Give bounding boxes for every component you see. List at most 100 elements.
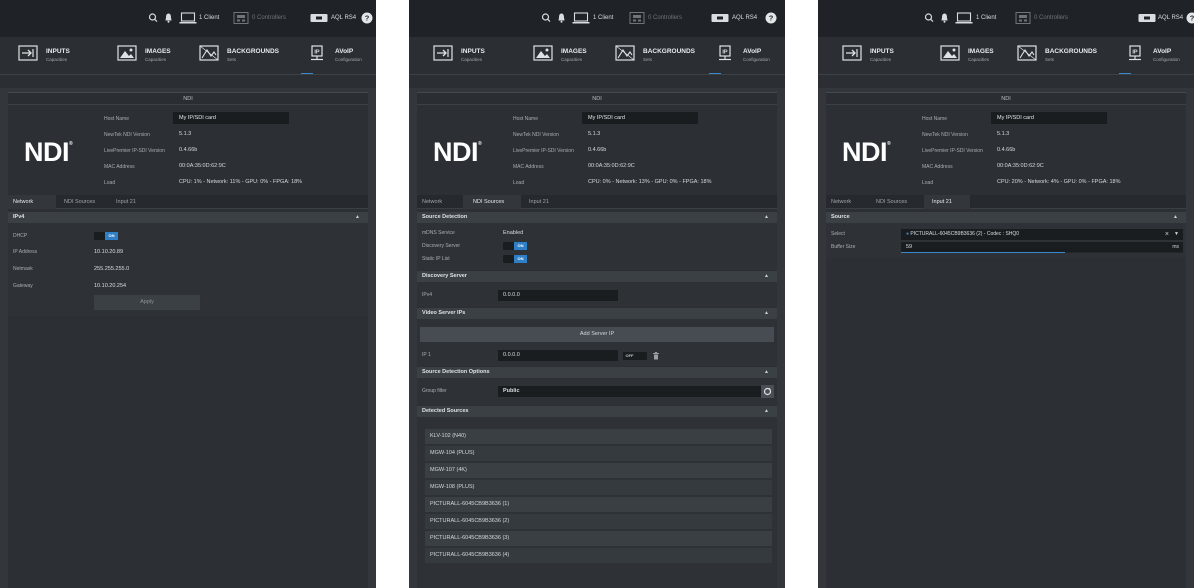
svg-text:?: ? [769, 14, 774, 23]
buffer-slider-track[interactable] [901, 251, 1183, 253]
ip1-input[interactable]: 0.0.0.0 [498, 350, 618, 361]
gateway-value[interactable]: 10.10.20.254 [94, 280, 126, 292]
client-count[interactable]: 1 Client [199, 11, 219, 25]
detection-options-header[interactable]: Source Detection Options ▲ [417, 367, 777, 378]
netmask-value[interactable]: 255.255.255.0 [94, 263, 129, 275]
help-icon[interactable]: ? [765, 11, 777, 25]
discovery-ipv4-input[interactable]: 0.0.0.0 [498, 290, 618, 301]
collapse-caret-icon[interactable]: ▲ [764, 212, 769, 223]
chevron-down-icon[interactable]: ▼ [1174, 229, 1179, 240]
ipv4-header[interactable]: IPv4 ▲ [8, 212, 368, 223]
host-name-label: Host Name [922, 116, 948, 122]
laptop-icon [955, 11, 973, 25]
discovery-ipv4-label: IPv4 [422, 292, 433, 298]
collapse-caret-icon[interactable]: ▲ [764, 367, 769, 378]
dhcp-toggle[interactable]: ON [94, 232, 118, 240]
panel-input-21: 1 Client 0 Controllers AQL RS4 ? INPUTS … [818, 0, 1194, 588]
tab-input-21[interactable]: Input 21 [924, 195, 970, 209]
tab-network[interactable]: Network [422, 195, 442, 209]
tab-ndi-sources[interactable]: NDI Sources [64, 195, 95, 209]
image-icon [117, 45, 137, 61]
svg-text:IP: IP [314, 50, 320, 56]
discovery-toggle[interactable]: ON [503, 242, 527, 250]
host-name-label: Host Name [513, 116, 539, 122]
svg-text:?: ? [365, 14, 370, 23]
controllers-count[interactable]: 0 Controllers [252, 11, 286, 25]
detected-source-item[interactable]: MGW-107 (4K) [425, 463, 772, 478]
detected-source-item[interactable]: PICTURALL-6045CB9B3636 (2) [425, 514, 772, 529]
source-detection-header[interactable]: Source Detection ▲ [417, 212, 777, 223]
search-icon[interactable] [924, 11, 934, 25]
bell-icon[interactable] [164, 11, 173, 25]
add-server-ip-button[interactable]: Add Server IP [420, 327, 774, 342]
video-server-header[interactable]: Video Server IPs ▲ [417, 308, 777, 319]
detected-source-item[interactable]: PICTURALL-6045CB9B3636 (3) [425, 531, 772, 546]
trash-icon[interactable] [653, 352, 659, 360]
search-icon[interactable] [148, 11, 158, 25]
source-select[interactable]: ● PICTURALL-6045CB9B3636 (2) - Codec : S… [901, 229, 1183, 240]
nav-backgrounds-title: BACKGROUNDS [1045, 48, 1097, 55]
nav-backgrounds-subtitle: Sets [1045, 57, 1055, 62]
client-count[interactable]: 1 Client [976, 11, 996, 25]
dhcp-label: DHCP [13, 233, 28, 239]
help-icon[interactable]: ? [361, 11, 373, 25]
detected-source-item[interactable]: MGW-108 (PLUS) [425, 480, 772, 495]
controllers-count[interactable]: 0 Controllers [648, 11, 682, 25]
nav-inputs-title: INPUTS [461, 48, 485, 55]
collapse-caret-icon[interactable]: ▲ [764, 406, 769, 417]
ndi-title: NDI [826, 93, 1186, 105]
detected-source-item[interactable]: PICTURALL-6045CB9B3636 (4) [425, 548, 772, 563]
discovery-server-header[interactable]: Discovery Server ▲ [417, 271, 777, 282]
nav-images-title: IMAGES [968, 48, 994, 55]
ndi-title: NDI [417, 93, 777, 105]
static-ip-toggle[interactable]: ON [503, 255, 527, 263]
device-name[interactable]: AQL RS4 [732, 11, 757, 25]
apply-button[interactable]: Apply [94, 295, 200, 310]
tab-ndi-sources[interactable]: NDI Sources [876, 195, 907, 209]
ip-value[interactable]: 10.10.20.89 [94, 246, 123, 258]
load-value: CPU: 1% - Network: 11% - GPU: 0% - FPGA:… [179, 179, 303, 185]
device-name[interactable]: AQL RS4 [331, 11, 356, 25]
controllers-count[interactable]: 0 Controllers [1034, 11, 1068, 25]
detected-source-item[interactable]: KLV-102 (N40) [425, 429, 772, 444]
detected-source-item[interactable]: MGW-104 (PLUS) [425, 446, 772, 461]
lp-version-value: 0.4.66b [997, 147, 1016, 153]
top-bar: 1 Client 0 Controllers AQL RS4 ? [0, 0, 376, 37]
nav-avoip-subtitle: Configuration [1153, 57, 1180, 62]
ip-icon: IP [1129, 45, 1141, 61]
bell-icon[interactable] [557, 11, 566, 25]
host-name-input[interactable]: My IP/SDI card [173, 112, 289, 124]
refresh-button[interactable] [761, 385, 774, 398]
tab-network[interactable]: Network [831, 195, 851, 209]
host-name-input[interactable]: My IP/SDI card [582, 112, 698, 124]
tab-network[interactable]: Network [8, 195, 56, 209]
laptop-icon [179, 11, 197, 25]
detected-sources-header[interactable]: Detected Sources ▲ [417, 406, 777, 417]
tab-input-21[interactable]: Input 21 [116, 195, 136, 209]
client-count[interactable]: 1 Client [593, 11, 613, 25]
clear-icon[interactable]: × [1165, 229, 1169, 240]
ip1-toggle[interactable]: OFF [623, 352, 647, 360]
select-label: Select [831, 231, 845, 237]
device-name[interactable]: AQL RS4 [1158, 11, 1183, 25]
collapse-caret-icon[interactable]: ▲ [355, 212, 360, 223]
tab-ndi-sources[interactable]: NDI Sources [463, 195, 521, 209]
group-filter-input[interactable]: Public [498, 386, 761, 397]
bell-icon[interactable] [940, 11, 949, 25]
collapse-caret-icon[interactable]: ▲ [1173, 212, 1178, 223]
detected-source-item[interactable]: PICTURALL-6045CB9B3636 (1) [425, 497, 772, 512]
source-detection-section: mDNS Service Enabled Discovery Server ON… [417, 223, 777, 270]
tab-input-21[interactable]: Input 21 [529, 195, 549, 209]
background-icon [1017, 45, 1037, 61]
nav-backgrounds-subtitle: Sets [227, 57, 237, 62]
source-section: Select ● PICTURALL-6045CB9B3636 (2) - Co… [826, 223, 1186, 257]
source-header[interactable]: Source ▲ [826, 212, 1186, 223]
collapse-caret-icon[interactable]: ▲ [764, 308, 769, 319]
main-nav: INPUTS Capacities IMAGES Capacities BACK… [409, 37, 785, 75]
search-icon[interactable] [541, 11, 551, 25]
load-label: Load [922, 180, 934, 186]
host-name-input[interactable]: My IP/SDI card [991, 112, 1107, 124]
buffer-size-input[interactable]: 59 ms [901, 242, 1183, 253]
collapse-caret-icon[interactable]: ▲ [764, 271, 769, 282]
help-icon[interactable]: ? [1186, 11, 1194, 25]
